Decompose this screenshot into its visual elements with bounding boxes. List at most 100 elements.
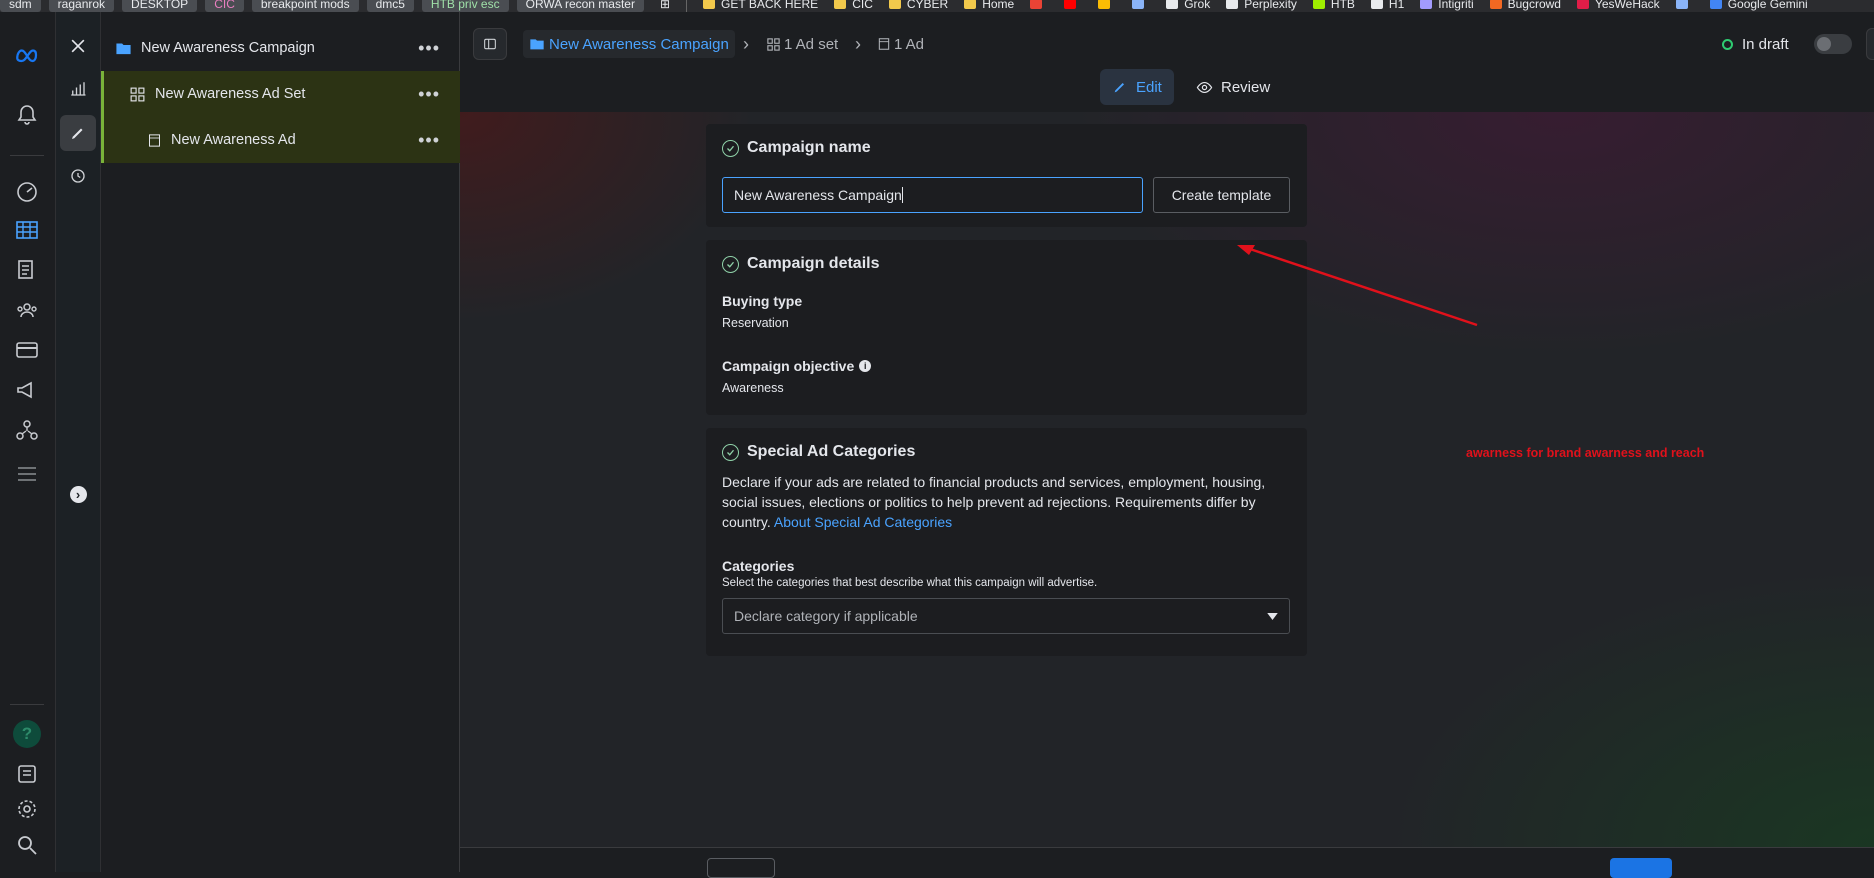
- gmail-icon: [1030, 0, 1043, 9]
- bookmark-youtube-icon[interactable]: [1056, 0, 1090, 11]
- close-button-partial[interactable]: [707, 858, 775, 878]
- bookmark-intigriti[interactable]: Intigriti: [1412, 0, 1481, 11]
- megaphone-icon[interactable]: [12, 375, 42, 405]
- bookmark-sdm[interactable]: sdm: [0, 0, 41, 12]
- bookmarks-separator: [686, 0, 688, 12]
- right-panel-toggle-button[interactable]: [1866, 28, 1874, 60]
- settings-gear-icon[interactable]: [12, 794, 42, 824]
- expand-panel-button[interactable]: ›: [60, 476, 96, 512]
- bookmark-label: dmc5: [375, 0, 405, 11]
- business-structure-icon[interactable]: [12, 415, 42, 445]
- bookmark-label: CIC: [852, 0, 873, 11]
- breadcrumb-adset-label: 1 Ad set: [784, 35, 839, 53]
- bookmark-htb[interactable]: HTB: [1305, 0, 1363, 11]
- publish-button-partial[interactable]: [1610, 858, 1672, 878]
- help-icon[interactable]: ?: [12, 719, 42, 749]
- bookmark-label: breakpoint mods: [260, 0, 350, 11]
- breadcrumb-adset[interactable]: 1 Ad set: [766, 30, 838, 58]
- rail-divider-bottom: [10, 704, 44, 705]
- editor-tools-column: ›: [56, 12, 101, 872]
- yeswehack-icon: [1576, 0, 1589, 9]
- bookmark-orwa-recon-master[interactable]: ORWA recon master: [516, 0, 644, 12]
- adset-more-options-icon[interactable]: •••: [418, 84, 440, 105]
- bookmark-cic[interactable]: CIC: [826, 0, 881, 11]
- breadcrumb-campaign-label: New Awareness Campaign: [549, 35, 729, 53]
- adset-grid-icon: [767, 37, 780, 51]
- apps-grid-icon[interactable]: ⊞: [652, 0, 678, 11]
- bookmark-bugcrowd[interactable]: Bugcrowd: [1482, 0, 1569, 11]
- tree-item-adset[interactable]: New Awareness Ad Set •••: [101, 71, 460, 117]
- bookmark-h1[interactable]: H1: [1363, 0, 1412, 11]
- toggle-sidebar-button[interactable]: [473, 28, 507, 60]
- ad-more-options-icon[interactable]: •••: [418, 130, 440, 151]
- bookmark-yeswehack[interactable]: YesWeHack: [1569, 0, 1668, 11]
- left-rail: ?: [0, 12, 56, 872]
- ads-manager-table-icon[interactable]: [12, 215, 42, 245]
- photos-icon: [1098, 0, 1111, 9]
- bookmark-cyber[interactable]: CYBER: [881, 0, 956, 11]
- breadcrumb-campaign[interactable]: New Awareness Campaign: [523, 30, 735, 58]
- annotation-text: awarness for brand awarness and reach: [1466, 446, 1705, 460]
- bookmark-htb-priv-esc[interactable]: HTB priv esc: [421, 0, 509, 12]
- folder-icon: [834, 0, 847, 9]
- all-tools-menu-icon[interactable]: [12, 459, 42, 489]
- tree-item-campaign[interactable]: New Awareness Campaign •••: [101, 25, 460, 71]
- bookmark-get-back-here[interactable]: GET BACK HERE: [695, 0, 826, 11]
- history-button[interactable]: [60, 158, 96, 194]
- bookmark-perplexity[interactable]: Perplexity: [1218, 0, 1305, 11]
- dashboard-icon[interactable]: [12, 177, 42, 207]
- billing-card-icon[interactable]: [12, 335, 42, 365]
- bookmark-label: Intigriti: [1438, 0, 1474, 11]
- edit-pencil-button[interactable]: [60, 115, 96, 151]
- bookmark-gmail-icon[interactable]: [1022, 0, 1056, 11]
- bookmarks-bar: sdm raganrok DESKTOP CIC breakpoint mods dmc5…: [0, 0, 1874, 12]
- bookmark-google-gemini[interactable]: Google Gemini: [1702, 0, 1816, 11]
- bookmark-grok[interactable]: Grok: [1158, 0, 1218, 11]
- bookmark-raganrok[interactable]: raganrok: [48, 0, 115, 12]
- breadcrumb-ad[interactable]: 1 Ad: [877, 30, 924, 58]
- globe-icon: [1132, 0, 1145, 9]
- bookmark-cic[interactable]: CIC: [205, 0, 244, 12]
- bookmark-label: HTB priv esc: [430, 0, 500, 11]
- campaign-more-options-icon[interactable]: •••: [418, 38, 440, 59]
- notifications-icon[interactable]: [12, 100, 42, 130]
- tree-ad-label: New Awareness Ad: [171, 132, 296, 148]
- ad-page-icon: [149, 133, 160, 147]
- bookmark-link-icon[interactable]: [1668, 0, 1702, 11]
- bookmark-label: H1: [1388, 0, 1405, 11]
- bookmark-photos-icon[interactable]: [1090, 0, 1124, 11]
- search-icon[interactable]: [12, 830, 42, 860]
- bookmark-label: CIC: [214, 0, 235, 11]
- ad-page-icon: [878, 38, 890, 50]
- draft-toggle[interactable]: [1814, 34, 1852, 54]
- bookmark-globe-icon[interactable]: [1124, 0, 1158, 11]
- review-mode-button[interactable]: Review: [1184, 69, 1282, 105]
- pages-icon[interactable]: [12, 255, 42, 285]
- pencil-icon: [1114, 83, 1124, 93]
- bookmark-home[interactable]: Home: [956, 0, 1022, 11]
- edit-mode-button[interactable]: Edit: [1100, 69, 1174, 105]
- bookmark-label: Google Gemini: [1727, 0, 1808, 11]
- sidebar-toggle-icon: [484, 38, 496, 50]
- gemini-icon: [1709, 0, 1722, 9]
- charts-button[interactable]: [60, 71, 96, 107]
- toggle-knob: [1817, 37, 1831, 51]
- bookmark-label: Home: [982, 0, 1015, 11]
- meta-logo-icon[interactable]: [12, 40, 42, 70]
- bookmark-desktop[interactable]: DESKTOP: [122, 0, 198, 12]
- audiences-icon[interactable]: [12, 295, 42, 325]
- bookmark-label: DESKTOP: [131, 0, 189, 11]
- intigriti-icon: [1420, 0, 1433, 9]
- perplexity-icon: [1226, 0, 1239, 9]
- bookmark-dmc5[interactable]: dmc5: [366, 0, 414, 12]
- h1-icon: [1370, 0, 1383, 9]
- editor-bottom-bar: [460, 847, 1874, 878]
- edit-mode-label: Edit: [1136, 78, 1162, 96]
- bookmark-breakpoint-mods[interactable]: breakpoint mods: [251, 0, 359, 12]
- editor-canvas: Campaign name New Awareness Campaign Cre…: [460, 112, 1874, 847]
- campaign-tree-panel: New Awareness Campaign ••• New Awareness…: [101, 12, 460, 872]
- close-editor-button[interactable]: [60, 28, 96, 64]
- folder-icon: [530, 39, 544, 50]
- reports-icon[interactable]: [12, 759, 42, 789]
- tree-item-ad[interactable]: New Awareness Ad •••: [101, 117, 460, 163]
